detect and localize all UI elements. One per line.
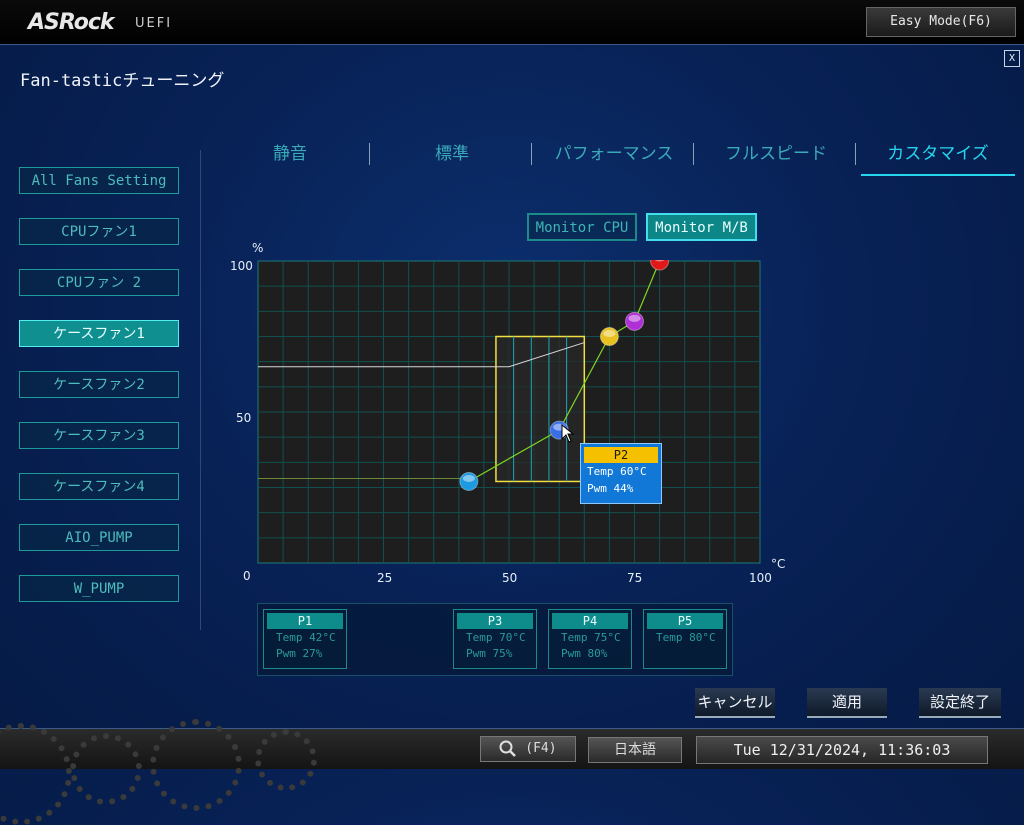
point-card-title: P3 bbox=[457, 613, 533, 629]
top-bar: ASRock UEFI Easy Mode(F6) bbox=[0, 0, 1024, 45]
search-icon bbox=[499, 740, 517, 757]
search-shortcut-label: (F4) bbox=[525, 741, 557, 756]
fan-curve-point-p3[interactable] bbox=[599, 327, 619, 346]
point-card-pwm: Pwm 27% bbox=[276, 647, 323, 660]
point-card-p3[interactable]: P3 Temp 70°C Pwm 75% bbox=[453, 609, 537, 669]
fan-curve-chart[interactable] bbox=[257, 260, 761, 564]
sidebar-item-case-fan4[interactable]: ケースファン4 bbox=[19, 473, 179, 500]
sidebar-item-case-fan3[interactable]: ケースファン3 bbox=[19, 422, 179, 449]
apply-button[interactable]: 適用 bbox=[807, 688, 887, 718]
point-card-temp: Temp 42°C bbox=[276, 631, 336, 644]
y-tick-label: 100 bbox=[230, 259, 253, 273]
x-tick-label: 50 bbox=[502, 571, 518, 585]
tab-separator bbox=[855, 143, 856, 165]
point-card-p1[interactable]: P1 Temp 42°C Pwm 27% bbox=[263, 609, 347, 669]
point-card-title: P5 bbox=[647, 613, 723, 629]
tooltip-pwm: Pwm 44% bbox=[587, 482, 634, 495]
gear-decoration-icon bbox=[150, 719, 242, 811]
tab-full-speed[interactable]: フルスピード bbox=[695, 140, 857, 174]
datetime-display: Tue 12/31/2024, 11:36:03 bbox=[696, 736, 988, 764]
point-card-pwm: Pwm 75% bbox=[466, 647, 513, 660]
easy-mode-button[interactable]: Easy Mode(F6) bbox=[866, 7, 1016, 37]
point-card-title: P1 bbox=[267, 613, 343, 629]
tooltip-temp: Temp 60°C bbox=[587, 465, 647, 478]
point-card-p4[interactable]: P4 Temp 75°C Pwm 80% bbox=[548, 609, 632, 669]
point-card-pwm: Pwm 80% bbox=[561, 647, 608, 660]
tab-separator bbox=[369, 143, 370, 165]
gear-decoration-icon bbox=[70, 733, 142, 805]
point-tooltip: P2 Temp 60°C Pwm 44% bbox=[580, 443, 662, 504]
y-tick-label: 0 bbox=[243, 569, 251, 583]
x-tick-label: 100 bbox=[749, 571, 772, 585]
cancel-button[interactable]: キャンセル bbox=[695, 688, 775, 718]
monitor-mb-button[interactable]: Monitor M/B bbox=[646, 213, 757, 241]
sidebar-item-w-pump[interactable]: W_PUMP bbox=[19, 575, 179, 602]
sidebar-item-aio-pump[interactable]: AIO_PUMP bbox=[19, 524, 179, 551]
point-card-title: P4 bbox=[552, 613, 628, 629]
tab-performance[interactable]: パフォーマンス bbox=[533, 140, 695, 174]
x-unit-label: °C bbox=[771, 557, 786, 571]
point-card-temp: Temp 75°C bbox=[561, 631, 621, 644]
tab-separator bbox=[693, 143, 694, 165]
monitor-cpu-button[interactable]: Monitor CPU bbox=[527, 213, 637, 241]
point-card-temp: Temp 70°C bbox=[466, 631, 526, 644]
mouse-cursor-icon bbox=[561, 424, 575, 443]
tab-standard[interactable]: 標準 bbox=[371, 140, 533, 174]
close-button[interactable]: X bbox=[1004, 50, 1020, 67]
tooltip-title: P2 bbox=[584, 447, 658, 463]
tab-separator bbox=[531, 143, 532, 165]
tab-customize[interactable]: カスタマイズ bbox=[861, 140, 1015, 176]
finish-settings-button[interactable]: 設定終了 bbox=[919, 688, 1001, 718]
point-card-temp: Temp 80°C bbox=[656, 631, 716, 644]
point-card-p5[interactable]: P5 Temp 80°C bbox=[643, 609, 727, 669]
sidebar-item-cpu-fan2[interactable]: CPUファン 2 bbox=[19, 269, 179, 296]
search-button[interactable]: (F4) bbox=[480, 736, 576, 762]
x-tick-label: 25 bbox=[377, 571, 393, 585]
fan-curve-point-p1[interactable] bbox=[459, 471, 479, 491]
y-tick-label: 50 bbox=[236, 411, 252, 425]
x-tick-label: 75 bbox=[627, 571, 643, 585]
fan-curve-point-p4[interactable] bbox=[625, 311, 644, 331]
asrock-logo: ASRock bbox=[28, 10, 115, 35]
sidebar-item-all-fans[interactable]: All Fans Setting bbox=[19, 167, 179, 194]
language-button[interactable]: 日本語 bbox=[588, 737, 682, 763]
sidebar-divider bbox=[200, 150, 201, 630]
uefi-label: UEFI bbox=[135, 16, 173, 31]
sidebar-item-cpu-fan1[interactable]: CPUファン1 bbox=[19, 218, 179, 245]
page-title: Fan-tasticチューニング bbox=[20, 71, 225, 91]
gear-decoration-icon bbox=[0, 723, 72, 825]
sidebar-item-case-fan1[interactable]: ケースファン1 bbox=[19, 320, 179, 347]
tab-silent[interactable]: 静音 bbox=[209, 140, 371, 174]
gear-decoration-icon bbox=[255, 729, 317, 791]
y-unit-label: % bbox=[252, 241, 264, 255]
sidebar-item-case-fan2[interactable]: ケースファン2 bbox=[19, 371, 179, 398]
